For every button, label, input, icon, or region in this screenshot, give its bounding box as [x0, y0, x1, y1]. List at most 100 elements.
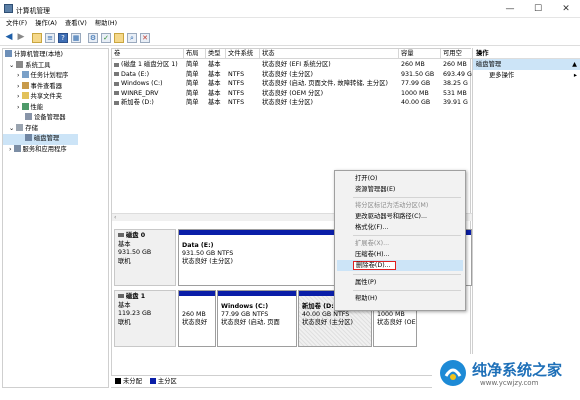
cell-type: 基本	[208, 80, 221, 87]
list-icon[interactable]: ≡	[45, 33, 55, 43]
cell-free: 693.49 G	[443, 70, 472, 78]
table-row[interactable]: WINRE_DRV 简单 基本 NTFS 状态良好 (OEM 分区) 1000 MB 531…	[112, 89, 472, 99]
volume-icon	[114, 91, 119, 95]
delete-highlight: 删除卷(D)...	[353, 261, 396, 270]
col-layout[interactable]: 布局	[184, 49, 206, 59]
col-filesystem[interactable]: 文件系统	[226, 49, 260, 59]
partition-size: 1000 MB	[377, 311, 405, 318]
menu-file[interactable]: 文件(F)	[6, 18, 27, 30]
menu-delete-volume[interactable]: 删除卷(D)...	[337, 260, 463, 271]
cell-fs: NTFS	[228, 99, 245, 106]
partition-windows-c[interactable]: Windows (C:) 77.99 GB NTFS 状态良好 (启动, 页面	[217, 290, 297, 347]
cell-layout: 简单	[186, 89, 199, 97]
unallocated-swatch	[115, 378, 121, 384]
menu-action[interactable]: 操作(A)	[35, 18, 57, 30]
disk-1-info[interactable]: 磁盘 1 基本 119.23 GB 联机	[114, 290, 176, 347]
partition-status: 状态良好 (主分区)	[302, 319, 353, 326]
forward-arrow-icon[interactable]: ▶	[16, 33, 26, 43]
col-capacity[interactable]: 容量	[399, 49, 441, 59]
tree-performance[interactable]: › 性能	[3, 102, 108, 114]
col-free[interactable]: 可用空	[441, 49, 472, 59]
delete-icon[interactable]: ✕	[140, 33, 150, 43]
search-icon[interactable]: ⌕	[127, 33, 137, 43]
partition-status: 状态良好	[182, 319, 208, 326]
actions-section[interactable]: 磁盘管理 ▲	[473, 59, 580, 70]
tree-storage[interactable]: ⌄ 存储	[3, 123, 108, 135]
device-icon	[25, 113, 32, 120]
legend-unallocated: 未分配	[123, 378, 142, 385]
disk-1-size: 119.23 GB	[118, 310, 152, 317]
menu-change-letter[interactable]: 更改驱动器号和路径(C)...	[335, 211, 465, 222]
tree-device-manager[interactable]: 设备管理器	[3, 113, 108, 124]
clock-icon	[21, 71, 29, 78]
close-button[interactable]: ✕	[552, 0, 580, 18]
volume-icon	[114, 100, 119, 105]
menu-view[interactable]: 查看(V)	[65, 18, 87, 30]
tree-task-scheduler[interactable]: › 任务计划程序	[3, 71, 108, 82]
menu-extend[interactable]: 扩展卷(X)...	[335, 238, 465, 249]
tree-services[interactable]: › 服务和应用程序	[3, 144, 108, 156]
back-arrow-icon[interactable]: ◀	[4, 33, 14, 43]
volume-icon	[114, 72, 119, 76]
tree-shared-folders[interactable]: › 共享文件夹	[3, 92, 108, 103]
disk-0-type: 基本	[118, 240, 131, 248]
cell-fs: NTFS	[228, 89, 245, 97]
minimize-button[interactable]: —	[496, 0, 524, 18]
table-row[interactable]: 新加卷 (D:) 简单 基本 NTFS 状态良好 (主分区) 40.00 GB 39.91 …	[112, 98, 472, 108]
watermark-text: 纯净系统之家	[472, 361, 563, 379]
cell-type: 基本	[208, 99, 221, 106]
menu-open[interactable]: 打开(O)	[335, 173, 465, 184]
folder-open-icon[interactable]	[114, 33, 124, 43]
collapse-icon[interactable]: ▲	[572, 59, 577, 70]
disk-1-name: 磁盘 1	[126, 293, 146, 300]
cell-vol: (磁盘 1 磁盘分区 1)	[121, 61, 178, 68]
menu-help[interactable]: 帮助(H)	[335, 293, 465, 304]
tree-disk-management[interactable]: 磁盘管理	[3, 134, 78, 145]
toolbar: ◀ ▶ ≡ ? ▦ ⚙ ✓ ⌕ ✕	[0, 30, 580, 46]
maximize-button[interactable]: ☐	[524, 0, 552, 18]
disk-0-info[interactable]: 磁盘 0 基本 931.50 GB 联机	[114, 229, 176, 286]
menu-explorer[interactable]: 资源管理器(E)	[335, 184, 465, 195]
tree-root[interactable]: 计算机管理(本地)	[3, 50, 108, 61]
col-volume[interactable]: 卷	[112, 49, 184, 59]
disk-drive-icon	[118, 233, 124, 237]
cell-vol: Windows (C:)	[121, 80, 163, 87]
col-type[interactable]: 类型	[206, 49, 226, 59]
cell-layout: 简单	[186, 70, 199, 78]
table-row[interactable]: Data (E:) 简单 基本 NTFS 状态良好 (主分区) 931.50 GB 693.…	[112, 70, 472, 80]
event-icon	[21, 81, 29, 89]
more-actions[interactable]: 更多操作 ▸	[473, 70, 580, 81]
settings-icon[interactable]: ⚙	[88, 33, 98, 43]
properties-icon[interactable]: ▦	[71, 33, 81, 43]
disk-0-name: 磁盘 0	[126, 232, 146, 239]
partition-efi[interactable]: 260 MB 状态良好	[178, 290, 216, 347]
menu-shrink[interactable]: 压缩卷(H)...	[335, 249, 465, 260]
help-icon[interactable]: ?	[58, 33, 68, 43]
cell-status: 状态良好 (主分区)	[262, 99, 313, 106]
legend: 未分配 主分区	[111, 375, 471, 387]
check-icon[interactable]: ✓	[101, 33, 111, 43]
cell-status: 状态良好 (OEM 分区)	[262, 89, 324, 97]
tree-system-tools[interactable]: ⌄ 系统工具	[3, 60, 108, 72]
watermark: 纯净系统之家 www.ycwjzy.com	[432, 354, 578, 394]
menu-mark-active[interactable]: 将分区标记为活动分区(M)	[335, 200, 465, 211]
table-row[interactable]: (磁盘 1 磁盘分区 1) 简单 基本 状态良好 (EFI 系统分区) 260 MB 26…	[112, 60, 472, 70]
folder-icon[interactable]	[32, 33, 42, 43]
cell-status: 状态良好 (EFI 系统分区)	[262, 61, 331, 68]
col-status[interactable]: 状态	[260, 49, 399, 59]
cell-status: 状态良好 (主分区)	[262, 70, 313, 78]
scroll-left-icon[interactable]: ‹	[114, 214, 116, 221]
cell-cap: 77.99 GB	[401, 80, 431, 87]
tree-event-viewer[interactable]: › 事件查看器	[3, 81, 108, 93]
cell-vol: 新加卷 (D:)	[121, 99, 154, 106]
partition-size: 40.00 GB NTFS	[302, 311, 350, 318]
menu-format[interactable]: 格式化(F)...	[335, 222, 465, 233]
computer-management-icon	[4, 4, 13, 13]
table-row[interactable]: Windows (C:) 简单 基本 NTFS 状态良好 (启动, 页面文件, 故障转储…	[112, 79, 472, 89]
menu-help[interactable]: 帮助(H)	[95, 18, 117, 30]
menu-properties[interactable]: 属性(P)	[335, 277, 465, 288]
cell-fs: NTFS	[228, 80, 245, 87]
services-icon	[13, 144, 21, 152]
disk-1-type: 基本	[118, 301, 131, 309]
partition-status: 状态良好 (启动, 页面	[221, 319, 280, 326]
